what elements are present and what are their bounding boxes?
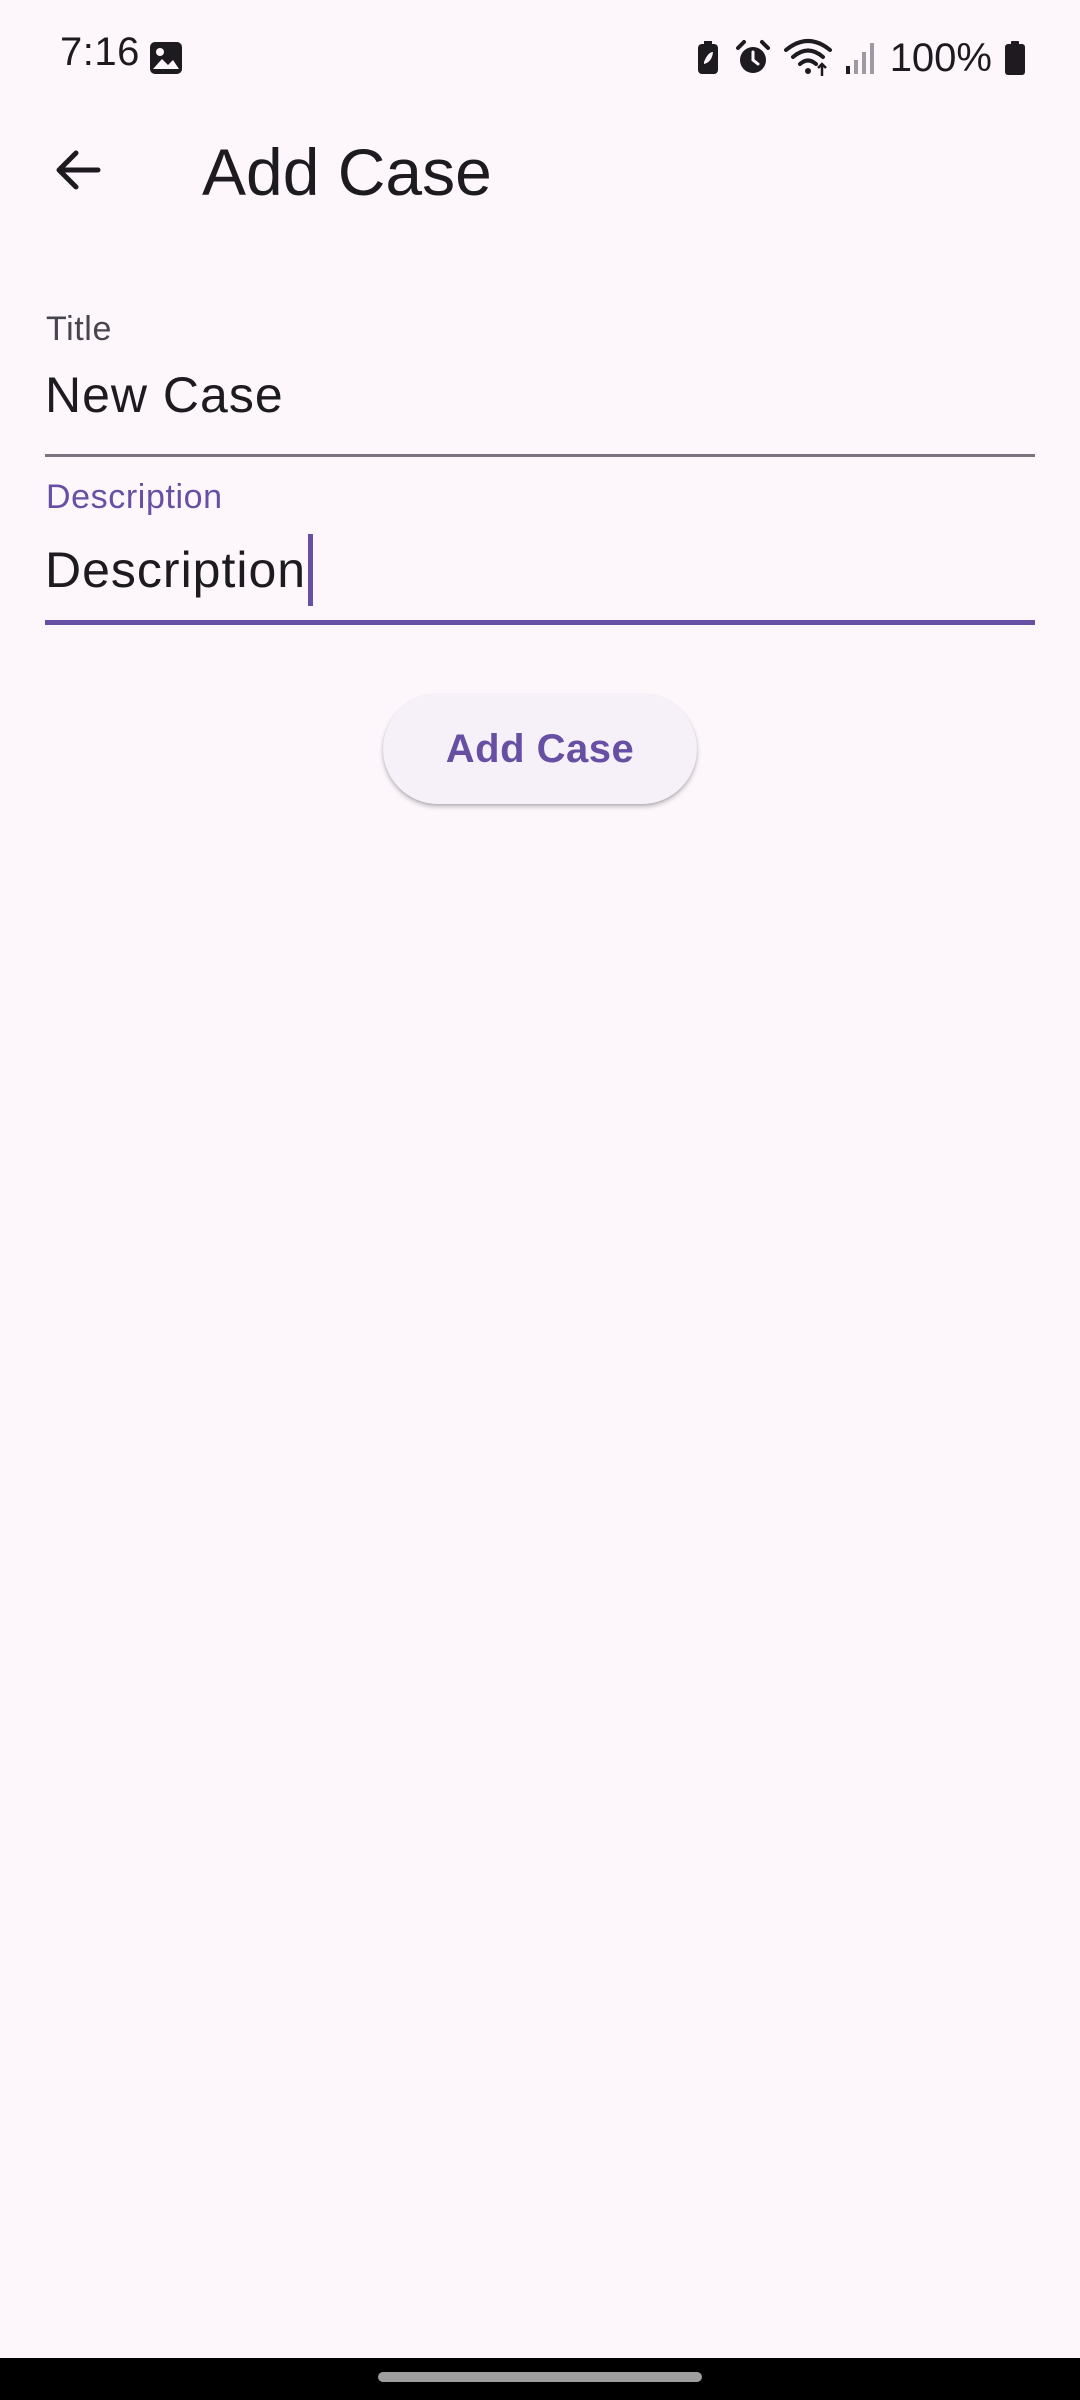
title-field[interactable]: Title New Case	[45, 300, 1035, 458]
add-case-button-label: Add Case	[445, 726, 635, 771]
page-title: Add Case	[202, 135, 492, 209]
arrow-back-icon	[52, 144, 104, 201]
status-right-icons: 100%	[694, 36, 1026, 80]
title-field-value[interactable]: New Case	[45, 366, 284, 424]
add-case-screen: 7:16 100% Add Case Title New Case Descri…	[0, 0, 1080, 2400]
description-field-underline	[45, 620, 1035, 625]
status-time: 7:16	[60, 30, 140, 74]
description-field-label: Description	[46, 478, 223, 516]
back-button[interactable]	[32, 126, 124, 218]
add-case-button[interactable]: Add Case	[383, 694, 697, 804]
description-field-text: Description	[45, 542, 307, 598]
status-bar: 7:16 100%	[0, 0, 1080, 118]
title-field-text: New Case	[45, 367, 284, 423]
text-cursor	[308, 534, 314, 606]
description-field-value[interactable]: Description	[45, 534, 314, 606]
title-field-underline	[45, 454, 1035, 457]
description-field[interactable]: Description Description	[45, 468, 1035, 626]
app-bar: Add Case	[0, 118, 1080, 218]
alarm-icon	[734, 39, 772, 77]
title-field-label: Title	[46, 310, 112, 348]
battery-icon	[1004, 40, 1026, 76]
battery-percent: 100%	[889, 35, 992, 80]
wifi-icon	[783, 38, 832, 78]
battery-saver-icon	[694, 40, 722, 76]
signal-icon	[844, 40, 874, 76]
home-gesture-handle[interactable]	[378, 2372, 702, 2382]
system-navigation-bar	[0, 2358, 1080, 2400]
gallery-notification-icon	[148, 40, 184, 76]
